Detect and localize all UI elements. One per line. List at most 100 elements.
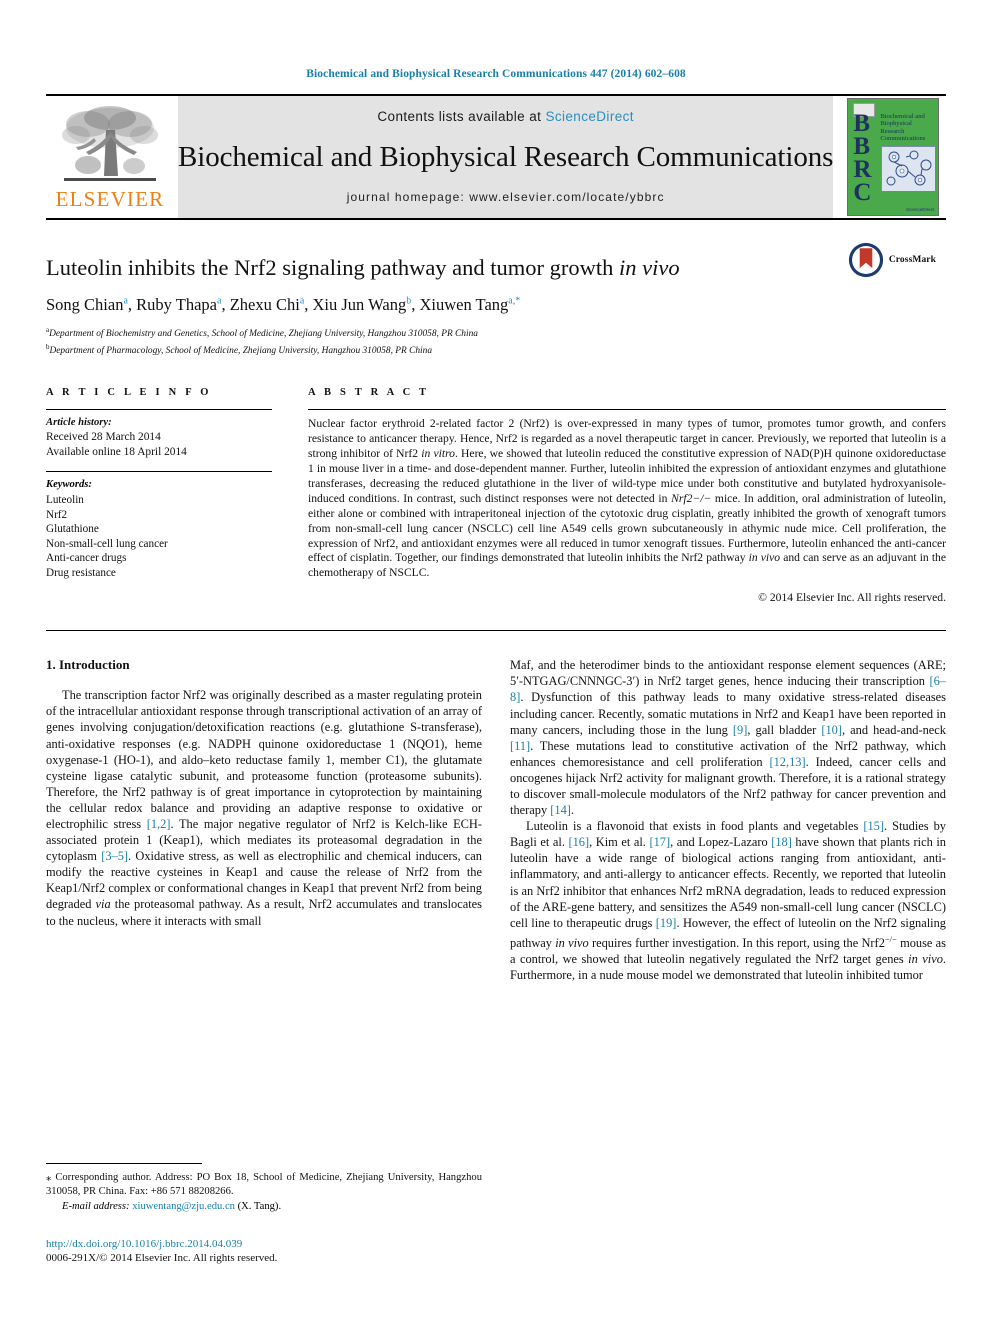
author-affil-mark: a	[216, 295, 222, 307]
abstract-italic: in vitro	[421, 447, 455, 461]
journal-masthead: ELSEVIER Contents lists available at Sci…	[46, 94, 950, 220]
paragraph: Maf, and the heterodimer binds to the an…	[510, 657, 946, 818]
sciencedirect-link[interactable]: ScienceDirect	[545, 109, 633, 124]
article-history-label: Article history:	[46, 417, 112, 429]
abstract-italic: in vivo	[748, 551, 781, 565]
email-suffix: (X. Tang).	[237, 1201, 282, 1213]
crossmark-badge[interactable]: CrossMark	[848, 242, 936, 278]
paragraph-seg: , and Lopez-Lazaro	[670, 835, 772, 850]
journal-homepage-link[interactable]: journal homepage: www.elsevier.com/locat…	[347, 190, 665, 204]
author-name: Xiuwen Tang	[419, 295, 509, 314]
affiliation-list: aDepartment of Biochemistry and Genetics…	[46, 324, 946, 357]
author-item: Ruby Thapaa	[136, 295, 221, 314]
author-name: Zhexu Chi	[229, 295, 300, 314]
contents-prefix: Contents lists available at	[377, 109, 546, 124]
affiliation-text: Department of Biochemistry and Genetics,…	[49, 329, 478, 340]
author-affil-mark: a,*	[508, 295, 521, 307]
author-name: Xiu Jun Wang	[312, 295, 407, 314]
abstract-text: Nuclear factor erythroid 2-related facto…	[308, 410, 946, 581]
abstract-copyright: © 2014 Elsevier Inc. All rights reserved…	[758, 591, 946, 605]
info-abstract-row: A R T I C L E I N F O Article history: R…	[46, 387, 946, 604]
keyword-item: Glutathione	[46, 523, 99, 536]
section-heading-introduction: 1. Introduction	[46, 657, 130, 673]
crossmark-label: CrossMark	[888, 255, 936, 265]
author-name: Ruby Thapa	[136, 295, 217, 314]
keywords-block: Keywords: Luteolin Nrf2 Glutathione Non-…	[46, 472, 272, 580]
keyword-item: Drug resistance	[46, 566, 116, 579]
citation-ref[interactable]: [16]	[568, 835, 589, 849]
author-item: Xiuwen Tanga,*	[419, 295, 520, 314]
contents-available-line: Contents lists available at ScienceDirec…	[377, 109, 634, 124]
article-history-online: Available online 18 April 2014	[46, 445, 187, 458]
keyword-item: Non-small-cell lung cancer	[46, 537, 168, 550]
title-block: Luteolin inhibits the Nrf2 signaling pat…	[46, 242, 946, 281]
affiliation-text: Department of Pharmacology, School of Me…	[49, 345, 433, 356]
author-list: Song Chiana, Ruby Thapaa, Zhexu Chia, Xi…	[46, 295, 521, 314]
abstract-column: A B S T R A C T Nuclear factor erythroid…	[294, 387, 946, 604]
paragraph-seg: , and head-and-neck	[841, 722, 946, 737]
journal-title: Biochemical and Biophysical Research Com…	[178, 140, 834, 173]
citation-ref[interactable]: [1,2]	[147, 817, 171, 831]
footnote-divider	[46, 1163, 202, 1164]
elsevier-tree-icon	[62, 106, 158, 181]
author-name: Song Chian	[46, 295, 124, 314]
paragraph-seg: , gall bladder	[747, 722, 822, 737]
citation-ref[interactable]: [12,13]	[769, 755, 805, 769]
paragraph-seg: .	[570, 803, 575, 818]
article-page: Biochemical and Biophysical Research Com…	[0, 0, 992, 1323]
paragraph-seg: requires further investigation. In this …	[588, 935, 885, 950]
corresponding-author-note: ⁎ Corresponding author. Address: PO Box …	[46, 1172, 482, 1197]
citation-ref[interactable]: [17]	[649, 835, 670, 849]
paragraph-seg: the proteasomal pathway. As a result, Nr…	[46, 897, 482, 928]
bbrc-letters: BBRC	[853, 110, 872, 206]
cover-footer-text: ScienceDirect	[905, 207, 935, 212]
author-item: Song Chiana	[46, 295, 128, 314]
paragraph-seg: The transcription factor Nrf2 was origin…	[46, 688, 482, 831]
keyword-item: Luteolin	[46, 493, 84, 506]
abstract-heading: A B S T R A C T	[308, 387, 430, 399]
paragraph-italic: in vivo	[908, 952, 943, 967]
body-right-column: Maf, and the heterodimer binds to the an…	[510, 657, 946, 983]
article-info-column: A R T I C L E I N F O Article history: R…	[46, 387, 294, 604]
abstract-italic: Nrf2−/−	[671, 491, 712, 505]
email-note: E-mail address: xiuwentang@zju.edu.cn (X…	[46, 1200, 482, 1214]
citation-ref[interactable]: [15]	[863, 819, 884, 833]
article-history-received: Received 28 March 2014	[46, 431, 161, 444]
paragraph-italic: in vivo	[555, 935, 589, 950]
paragraph: The transcription factor Nrf2 was origin…	[46, 687, 482, 928]
keyword-item: Nrf2	[46, 508, 68, 521]
paragraph-seg: , Kim et al.	[589, 835, 650, 850]
author-affil-mark: a	[299, 295, 305, 307]
citation-ref[interactable]: [19]	[656, 916, 677, 930]
keywords-label: Keywords:	[46, 479, 92, 491]
article-info-heading: A R T I C L E I N F O	[46, 387, 212, 399]
email-label: E-mail address:	[62, 1201, 130, 1213]
issn-copyright: 0006-291X/© 2014 Elsevier Inc. All right…	[46, 1251, 278, 1264]
article-title: Luteolin inhibits the Nrf2 signaling pat…	[46, 254, 816, 281]
citation-ref[interactable]: [14]	[550, 803, 571, 817]
citation-ref[interactable]: [10]	[821, 723, 842, 737]
divider	[46, 630, 946, 632]
citation-ref[interactable]: [9]	[733, 723, 747, 737]
article-title-italic: in vivo	[619, 255, 680, 280]
citation-ref[interactable]: [11]	[510, 739, 530, 753]
author-item: Xiu Jun Wangb	[313, 295, 412, 314]
doi-issn-block: http://dx.doi.org/10.1016/j.bbrc.2014.04…	[46, 1237, 482, 1265]
doi-link[interactable]: http://dx.doi.org/10.1016/j.bbrc.2014.04…	[46, 1237, 482, 1251]
paragraph: Luteolin is a flavonoid that exists in f…	[510, 818, 946, 983]
citation-ref[interactable]: [3–5]	[101, 849, 128, 863]
body-columns: 1. Introduction The transcription factor…	[46, 657, 946, 983]
paragraph-seg: Maf, and the heterodimer binds to the an…	[510, 658, 946, 689]
journal-cover: BBRC Biochemical and Biophysical Researc…	[837, 96, 950, 218]
elsevier-logo: ELSEVIER	[46, 96, 174, 218]
masthead-center: Contents lists available at ScienceDirec…	[178, 96, 833, 218]
keyword-item: Anti-cancer drugs	[46, 552, 127, 565]
elsevier-wordmark: ELSEVIER	[55, 187, 165, 211]
email-link[interactable]: xiuwentang@zju.edu.cn	[132, 1201, 235, 1212]
crossmark-icon	[848, 242, 883, 278]
running-head: Biochemical and Biophysical Research Com…	[306, 68, 686, 80]
paragraph-italic: via	[95, 897, 111, 912]
citation-ref[interactable]: [18]	[771, 835, 792, 849]
author-affil-mark: b	[406, 295, 412, 307]
paragraph-seg: Luteolin is a flavonoid that exists in f…	[526, 819, 864, 834]
